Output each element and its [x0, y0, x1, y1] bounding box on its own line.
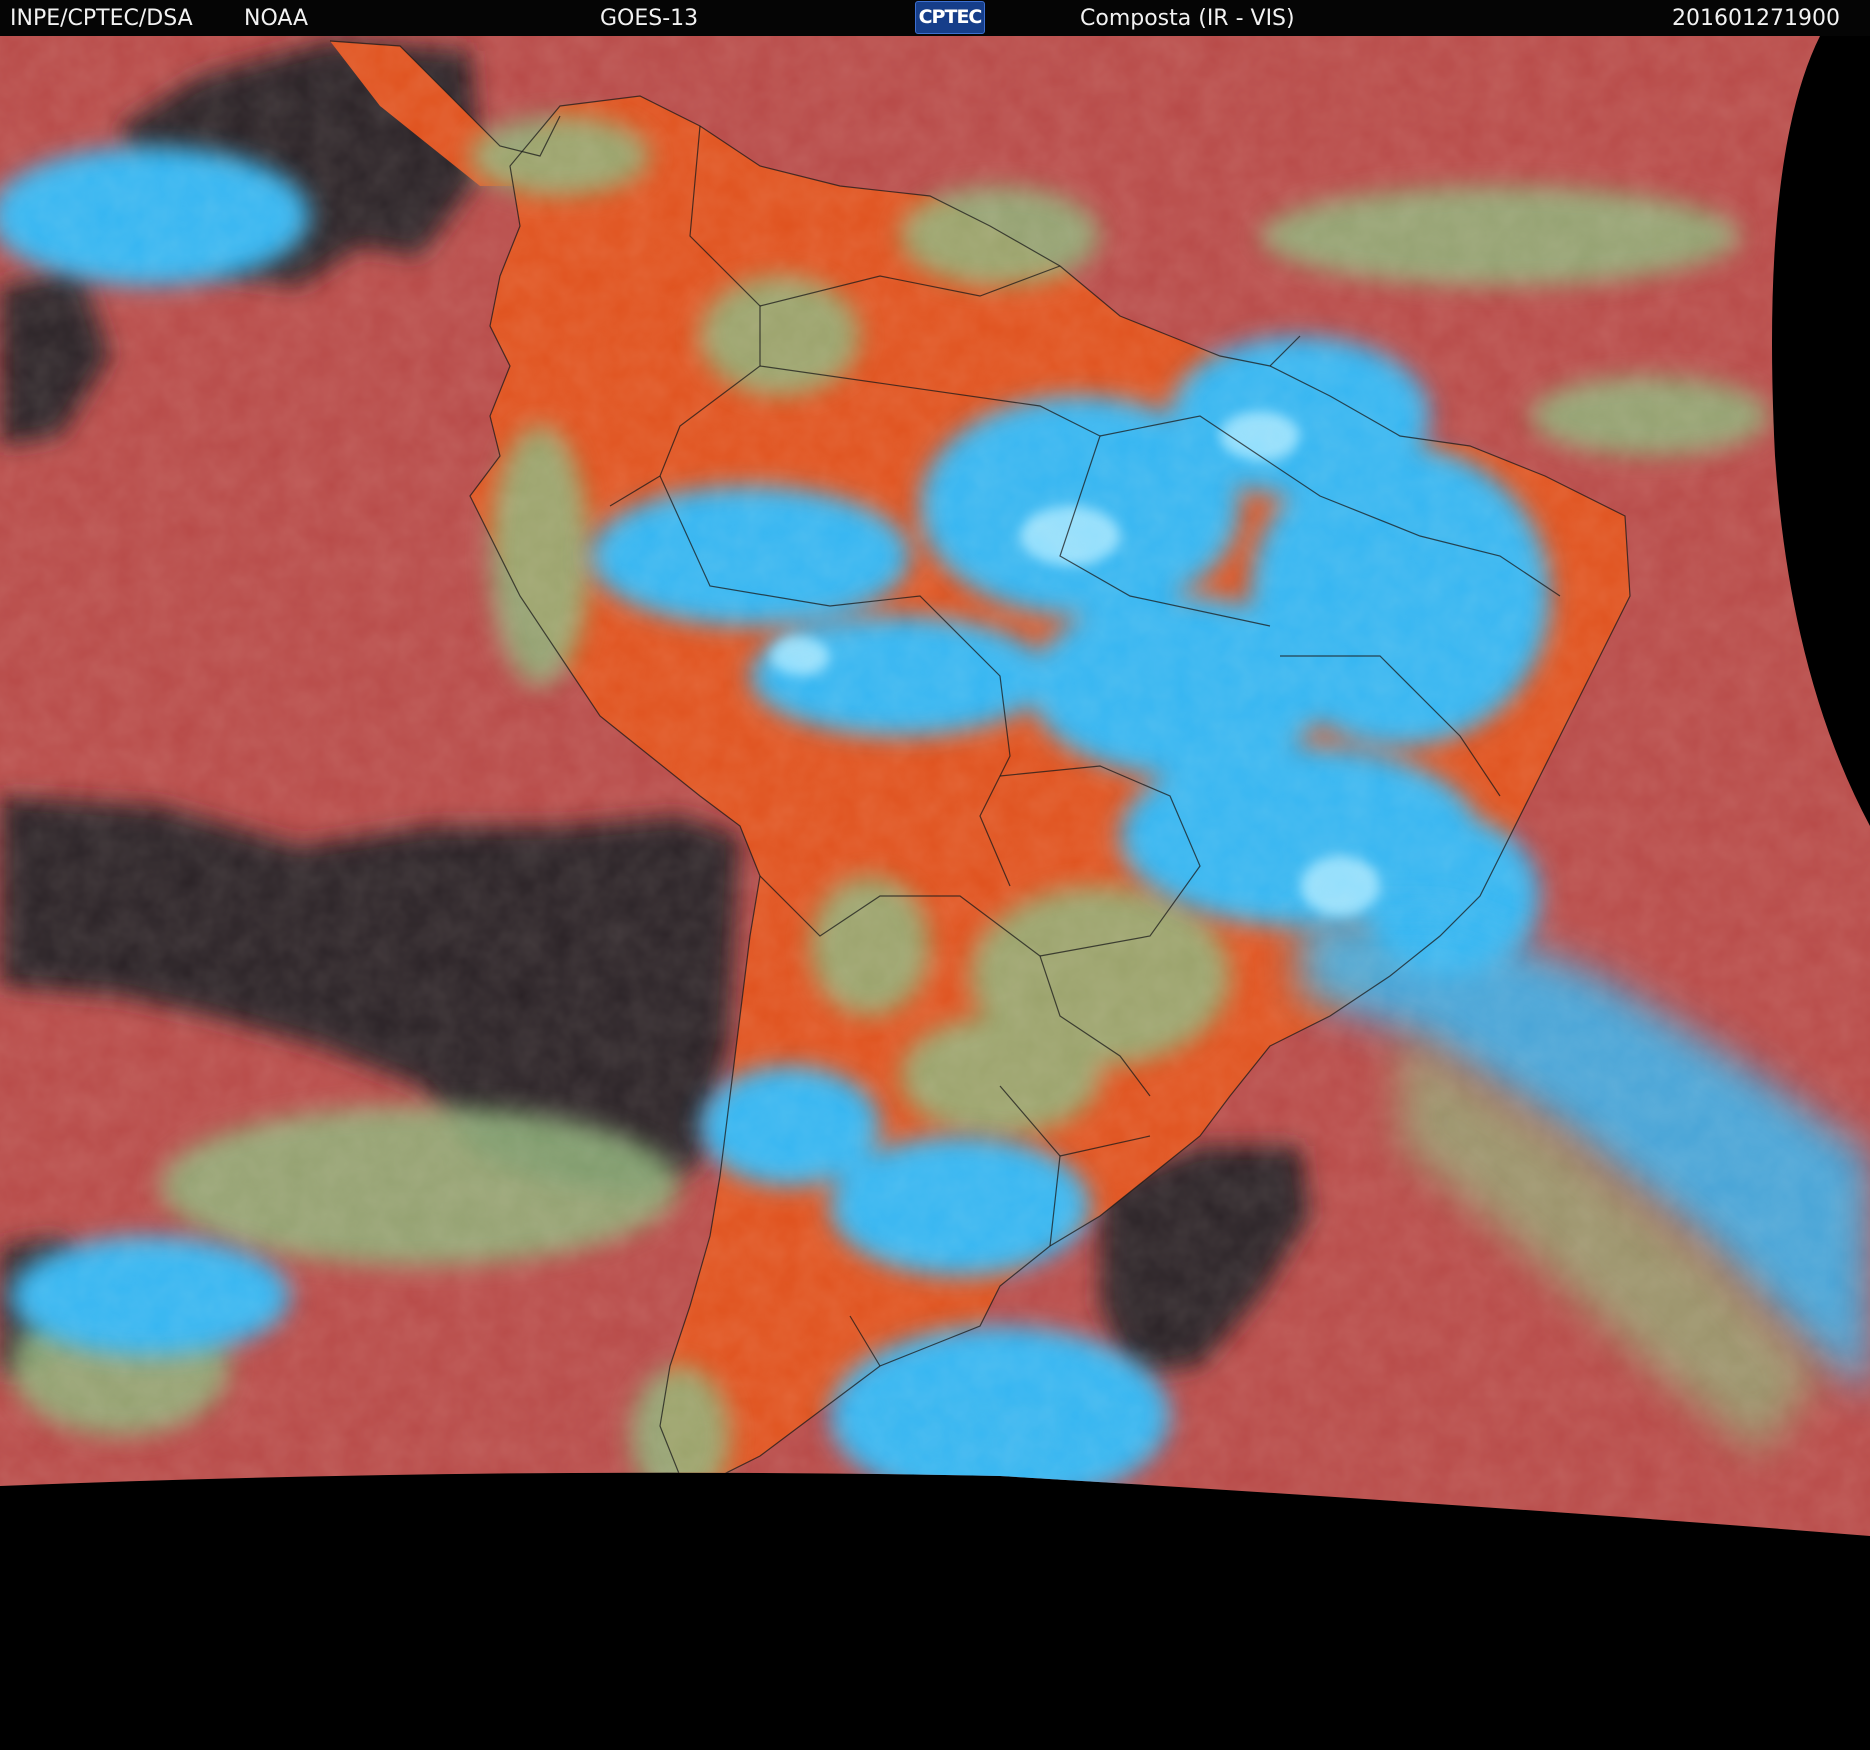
cloud-texture — [0, 36, 1870, 1536]
satellite-image — [0, 36, 1870, 1750]
product-label: Composta (IR - VIS) — [1080, 6, 1295, 31]
timestamp-label: 201601271900 — [1672, 6, 1840, 31]
institution-label: INPE/CPTEC/DSA — [10, 6, 193, 31]
header-bar: INPE/CPTEC/DSA NOAA GOES-13 CPTEC Compos… — [0, 0, 1870, 36]
agency-label: NOAA — [244, 6, 309, 31]
logo-text: CPTEC — [918, 6, 983, 28]
satellite-composite — [0, 36, 1870, 1750]
satellite-label: GOES-13 — [600, 6, 699, 31]
cptec-logo: CPTEC — [915, 1, 985, 34]
